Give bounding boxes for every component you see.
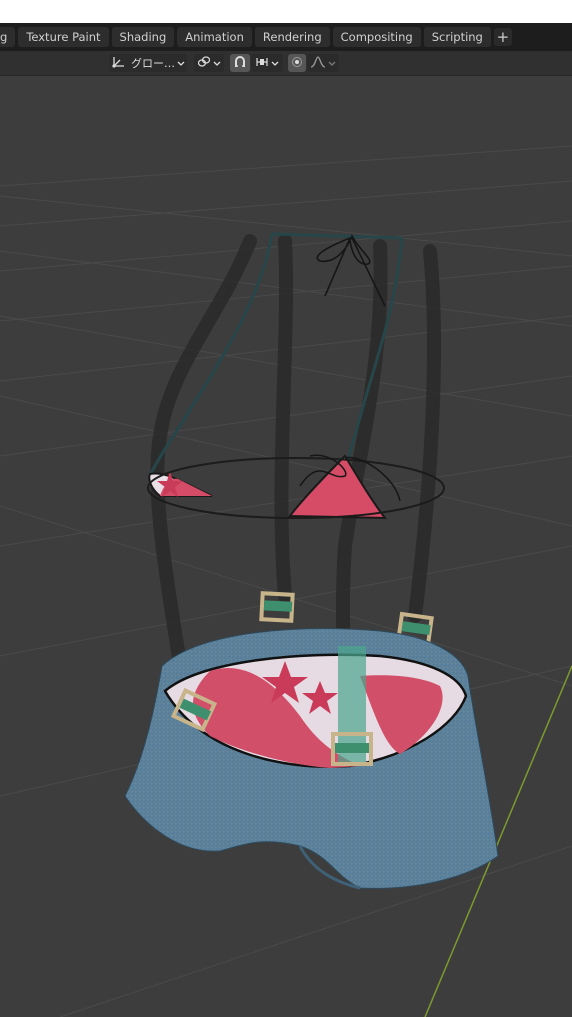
chevron-down-icon: [328, 57, 336, 70]
falloff-curve-icon: [310, 55, 326, 72]
transform-orientation-dropdown[interactable]: グロー…: [109, 54, 187, 72]
denim-shorts: [124, 628, 499, 890]
pivot-point-dropdown[interactable]: [194, 54, 224, 72]
link-chain-icon: [197, 55, 211, 72]
chevron-down-icon: [271, 57, 279, 70]
window-top-margin: [0, 0, 572, 23]
tab-animation[interactable]: Animation: [177, 27, 252, 47]
viewport-scene: [0, 145, 572, 1017]
tab-scripting[interactable]: Scripting: [423, 27, 491, 47]
transform-orientation-label: グロー…: [131, 57, 175, 70]
proportional-falloff-dropdown[interactable]: [307, 54, 339, 72]
orientation-gizmo-icon: [111, 55, 127, 72]
tab-modeling[interactable]: g: [0, 27, 16, 47]
3d-viewport[interactable]: [0, 76, 572, 1017]
proportional-edit-icon: [291, 56, 303, 71]
chevron-down-icon: [177, 57, 185, 70]
tab-texture-paint[interactable]: Texture Paint: [18, 27, 109, 47]
viewport-header: グロー…: [0, 51, 572, 76]
snap-toggle-button[interactable]: [230, 54, 250, 72]
chevron-down-icon: [213, 57, 221, 70]
tab-rendering[interactable]: Rendering: [254, 27, 330, 47]
tab-compositing[interactable]: Compositing: [332, 27, 421, 47]
snap-grid-icon: [255, 55, 269, 72]
proportional-edit-button[interactable]: [288, 54, 306, 72]
tab-shading[interactable]: Shading: [111, 27, 175, 47]
add-workspace-button[interactable]: +: [493, 28, 512, 46]
magnet-icon: [233, 55, 247, 72]
snap-target-dropdown[interactable]: [251, 54, 283, 72]
workspace-tab-bar: g Texture Paint Shading Animation Render…: [0, 23, 572, 51]
